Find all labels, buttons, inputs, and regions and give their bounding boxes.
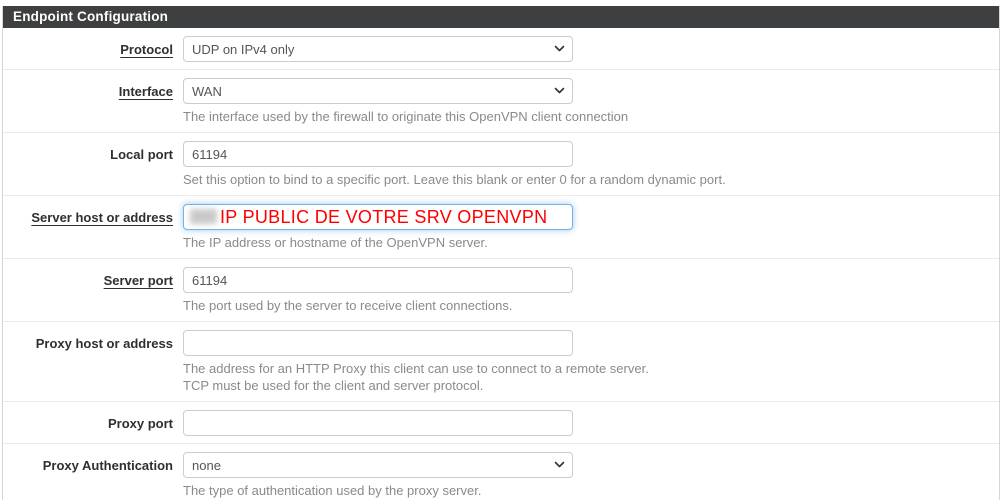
- field-control: UDP on IPv4 only: [173, 36, 999, 62]
- input-wrap: [183, 141, 573, 167]
- field-label: Proxy Authentication: [3, 452, 173, 473]
- field-label: Server host or address: [3, 204, 173, 225]
- field-row-server-host: Server host or address IP PUBLIC DE VOTR…: [3, 196, 999, 259]
- field-help: Set this option to bind to a specific po…: [183, 171, 999, 188]
- field-control: IP PUBLIC DE VOTRE SRV OPENVPN The IP ad…: [173, 204, 999, 251]
- field-label: Protocol: [3, 36, 173, 57]
- field-label: Proxy host or address: [3, 330, 173, 351]
- proxy-host-input[interactable]: [183, 330, 573, 356]
- select-wrap: WAN: [183, 78, 573, 104]
- server-port-input[interactable]: [183, 267, 573, 293]
- interface-select[interactable]: WAN: [183, 78, 573, 104]
- field-control: The address for an HTTP Proxy this clien…: [173, 330, 999, 394]
- field-label: Local port: [3, 141, 173, 162]
- field-row-protocol: Protocol UDP on IPv4 only: [3, 28, 999, 70]
- field-label: Proxy port: [3, 410, 173, 431]
- field-help: The port used by the server to receive c…: [183, 297, 999, 314]
- select-wrap: none: [183, 452, 573, 478]
- field-row-proxy-host: Proxy host or address The address for an…: [3, 322, 999, 402]
- field-row-server-port: Server port The port used by the server …: [3, 259, 999, 322]
- field-control: [173, 410, 999, 436]
- select-wrap: UDP on IPv4 only: [183, 36, 573, 62]
- proxy-port-input[interactable]: [183, 410, 573, 436]
- proxy-auth-select[interactable]: none: [183, 452, 573, 478]
- field-row-proxy-auth: Proxy Authentication none The type of au…: [3, 444, 999, 500]
- input-wrap: IP PUBLIC DE VOTRE SRV OPENVPN: [183, 204, 573, 230]
- field-row-interface: Interface WAN The interface used by the …: [3, 70, 999, 133]
- field-help: The IP address or hostname of the OpenVP…: [183, 234, 999, 251]
- field-label: Interface: [3, 78, 173, 99]
- field-label: Server port: [3, 267, 173, 288]
- field-help: The address for an HTTP Proxy this clien…: [183, 360, 999, 394]
- local-port-input[interactable]: [183, 141, 573, 167]
- protocol-select[interactable]: UDP on IPv4 only: [183, 36, 573, 62]
- field-help: The interface used by the firewall to or…: [183, 108, 999, 125]
- field-control: Set this option to bind to a specific po…: [173, 141, 999, 188]
- endpoint-configuration-panel: Endpoint Configuration Protocol UDP on I…: [2, 6, 1000, 500]
- panel-title: Endpoint Configuration: [3, 6, 999, 28]
- field-control: WAN The interface used by the firewall t…: [173, 78, 999, 125]
- input-wrap: [183, 267, 573, 293]
- input-wrap: [183, 330, 573, 356]
- input-wrap: [183, 410, 573, 436]
- field-row-proxy-port: Proxy port: [3, 402, 999, 444]
- server-host-input[interactable]: [183, 204, 573, 230]
- panel-body: Protocol UDP on IPv4 only Interface WAN: [3, 28, 999, 500]
- field-control: The port used by the server to receive c…: [173, 267, 999, 314]
- field-help: The type of authentication used by the p…: [183, 482, 999, 499]
- field-control: none The type of authentication used by …: [173, 452, 999, 499]
- field-row-local-port: Local port Set this option to bind to a …: [3, 133, 999, 196]
